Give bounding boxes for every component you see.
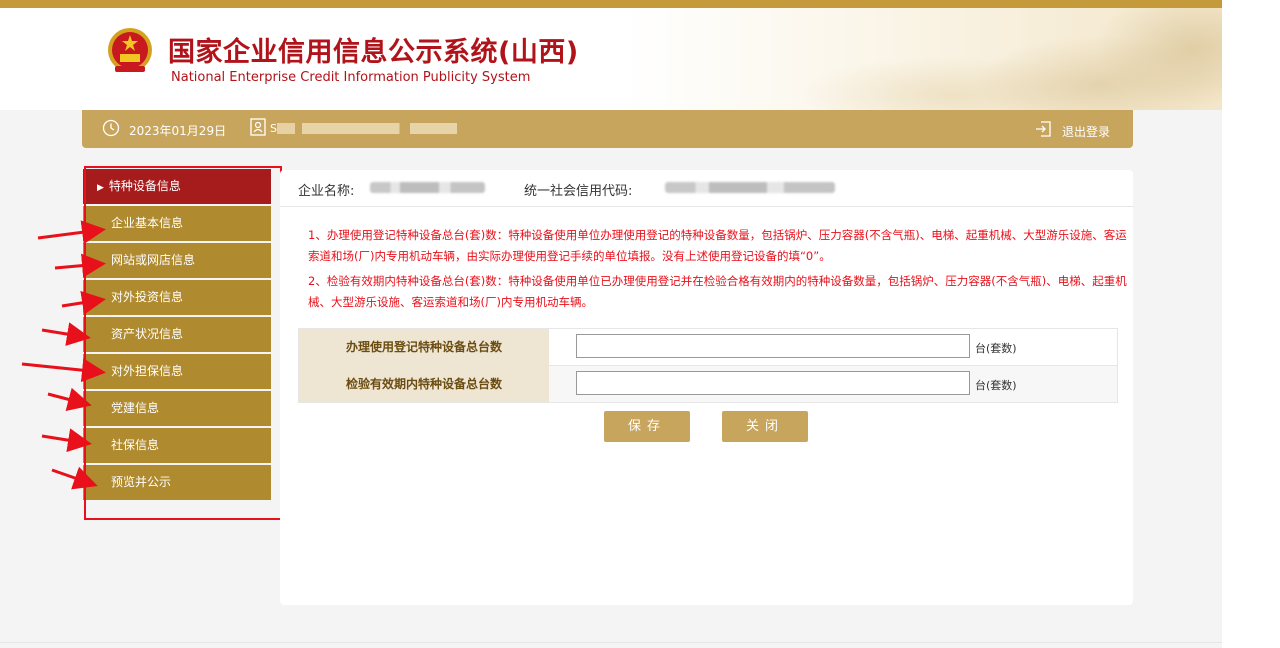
- footer-divider: [0, 642, 1222, 643]
- mountain-banner-image: [622, 8, 1222, 110]
- title-text: 国家企业信用信息公示系统: [168, 37, 498, 68]
- user-icon: [250, 118, 266, 136]
- user-name-redacted: [277, 123, 457, 134]
- company-name-redacted: [370, 182, 485, 193]
- right-margin: [1222, 0, 1280, 648]
- top-accent-bar: [0, 0, 1222, 8]
- site-header: 国家企业信用信息公示系统(山西) National Enterprise Cre…: [0, 8, 1222, 110]
- valid-inspection-count-input[interactable]: [576, 371, 970, 395]
- user-prefix: S: [270, 122, 277, 135]
- equipment-form: 办理使用登记特种设备总台数 台(套数) 检验有效期内特种设备总台数 台(套数): [298, 328, 1118, 403]
- field-value-cell: 台(套数): [549, 329, 1117, 365]
- main-panel: 企业名称: 统一社会信用代码: 1、办理使用登记特种设备总台(套)数：特种设备使…: [280, 170, 1133, 605]
- annotation-red-frame: [84, 166, 282, 520]
- instruction-note-2: 2、检验有效期内特种设备总台(套)数：特种设备使用单位已办理使用登记并在检验合格…: [308, 274, 1127, 309]
- logout-icon[interactable]: [1034, 120, 1052, 138]
- field-value-cell: 台(套数): [549, 366, 1117, 402]
- system-title: 国家企业信用信息公示系统(山西): [168, 30, 579, 69]
- unit-label: 台(套数): [975, 379, 1017, 392]
- instruction-note-1: 1、办理使用登记特种设备总台(套)数：特种设备使用单位办理使用登记的特种设备数量…: [308, 228, 1127, 263]
- logout-link[interactable]: 退出登录: [1062, 123, 1110, 140]
- form-row-registered-count: 办理使用登记特种设备总台数 台(套数): [299, 329, 1117, 366]
- field-label: 检验有效期内特种设备总台数: [299, 366, 549, 402]
- field-label: 办理使用登记特种设备总台数: [299, 329, 549, 365]
- form-row-valid-inspection-count: 检验有效期内特种设备总台数 台(套数): [299, 366, 1117, 402]
- registered-count-input[interactable]: [576, 334, 970, 358]
- credit-code-redacted: [665, 182, 835, 193]
- clock-icon: [102, 119, 120, 137]
- unit-label: 台(套数): [975, 342, 1017, 355]
- info-bar: 2023年01月29日 S 退出登录: [82, 110, 1133, 148]
- company-name-label: 企业名称:: [298, 184, 355, 199]
- system-subtitle: National Enterprise Credit Information P…: [171, 70, 531, 85]
- close-button[interactable]: 关闭: [722, 411, 808, 442]
- credit-code-label: 统一社会信用代码:: [524, 184, 633, 199]
- title-region: (山西): [498, 37, 579, 68]
- national-emblem-icon: [108, 28, 152, 72]
- current-date: 2023年01月29日: [129, 124, 227, 138]
- save-button[interactable]: 保存: [604, 411, 690, 442]
- divider: [280, 206, 1133, 207]
